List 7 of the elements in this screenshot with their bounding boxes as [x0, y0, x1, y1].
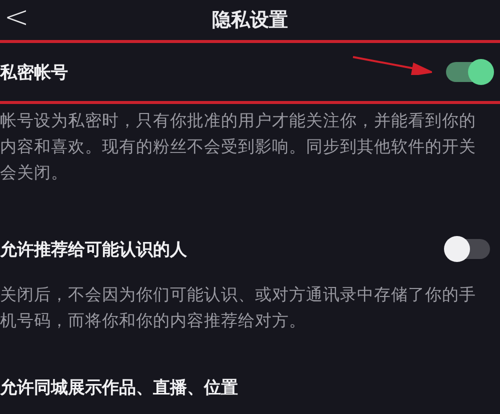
screen-title: 隐私设置	[212, 8, 288, 33]
setting-label: 允许同城展示作品、直播、位置	[0, 376, 239, 398]
toggle-switch[interactable]	[446, 239, 490, 259]
setting-label: 允许推荐给可能认识的人	[0, 238, 188, 260]
setting-description: 关闭后，不会因为你们可能认识、或对方通讯录中存储了你的手机号码，而将你和你的内容推荐给对方。	[0, 284, 477, 332]
back-button[interactable]: <	[0, 2, 34, 34]
setting-description: 帐号设为私密时，只有你批准的用户才能关注你，并能看到你的内容和喜欢。现有的粉丝不会受到影响。同步到其他软件的开关会关闭。	[0, 110, 477, 184]
